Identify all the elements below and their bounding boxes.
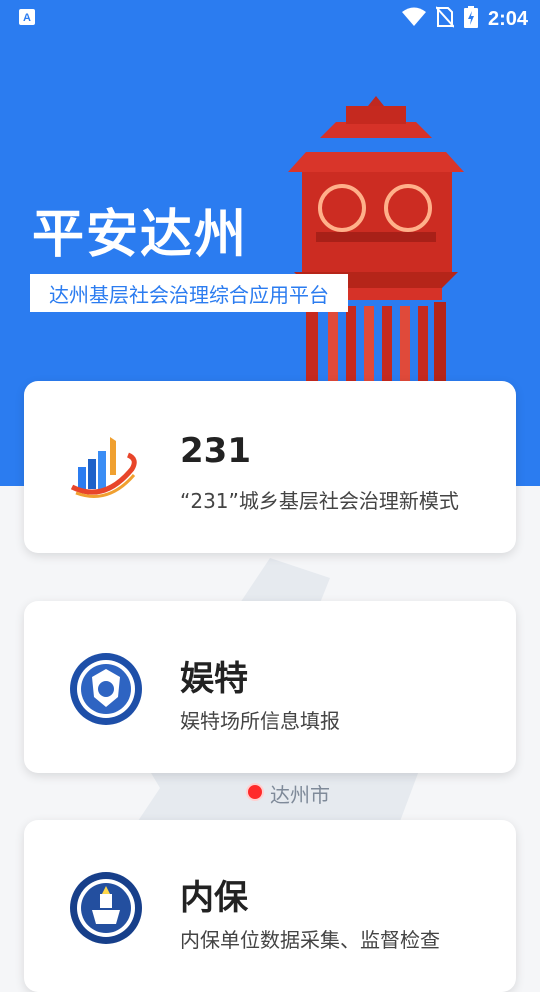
card-title: 娱特 [180, 659, 248, 699]
card-neibao[interactable]: 内保 内保单位数据采集、监督检查 [24, 820, 516, 992]
battery-charging-icon [463, 6, 478, 32]
page-subtitle: 达州基层社会治理综合应用平台 [30, 274, 348, 312]
card-231[interactable]: 231 “231”城乡基层社会治理新模式 [24, 381, 516, 553]
chart-logo-icon [68, 431, 144, 507]
card-description: “231”城乡基层社会治理新模式 [180, 489, 459, 513]
city-label: 达州市 [270, 783, 330, 807]
tower-image [276, 92, 476, 392]
card-title: 内保 [180, 878, 248, 918]
card-description: 内保单位数据采集、监督检查 [180, 928, 440, 952]
security-badge-icon [68, 870, 144, 946]
city-marker [246, 783, 264, 801]
status-bar: A 2:04 [0, 0, 540, 36]
status-time: 2:04 [487, 7, 528, 30]
card-description: 娱特场所信息填报 [180, 709, 340, 733]
card-title: 231 [180, 431, 251, 471]
no-sim-icon [435, 6, 455, 32]
a-notification-icon: A [18, 8, 36, 26]
wifi-icon [401, 7, 426, 31]
card-yute[interactable]: 娱特 娱特场所信息填报 [24, 601, 516, 773]
police-badge-icon [68, 651, 144, 727]
page-title: 平安达州 [32, 205, 249, 265]
svg-text:A: A [23, 12, 31, 24]
